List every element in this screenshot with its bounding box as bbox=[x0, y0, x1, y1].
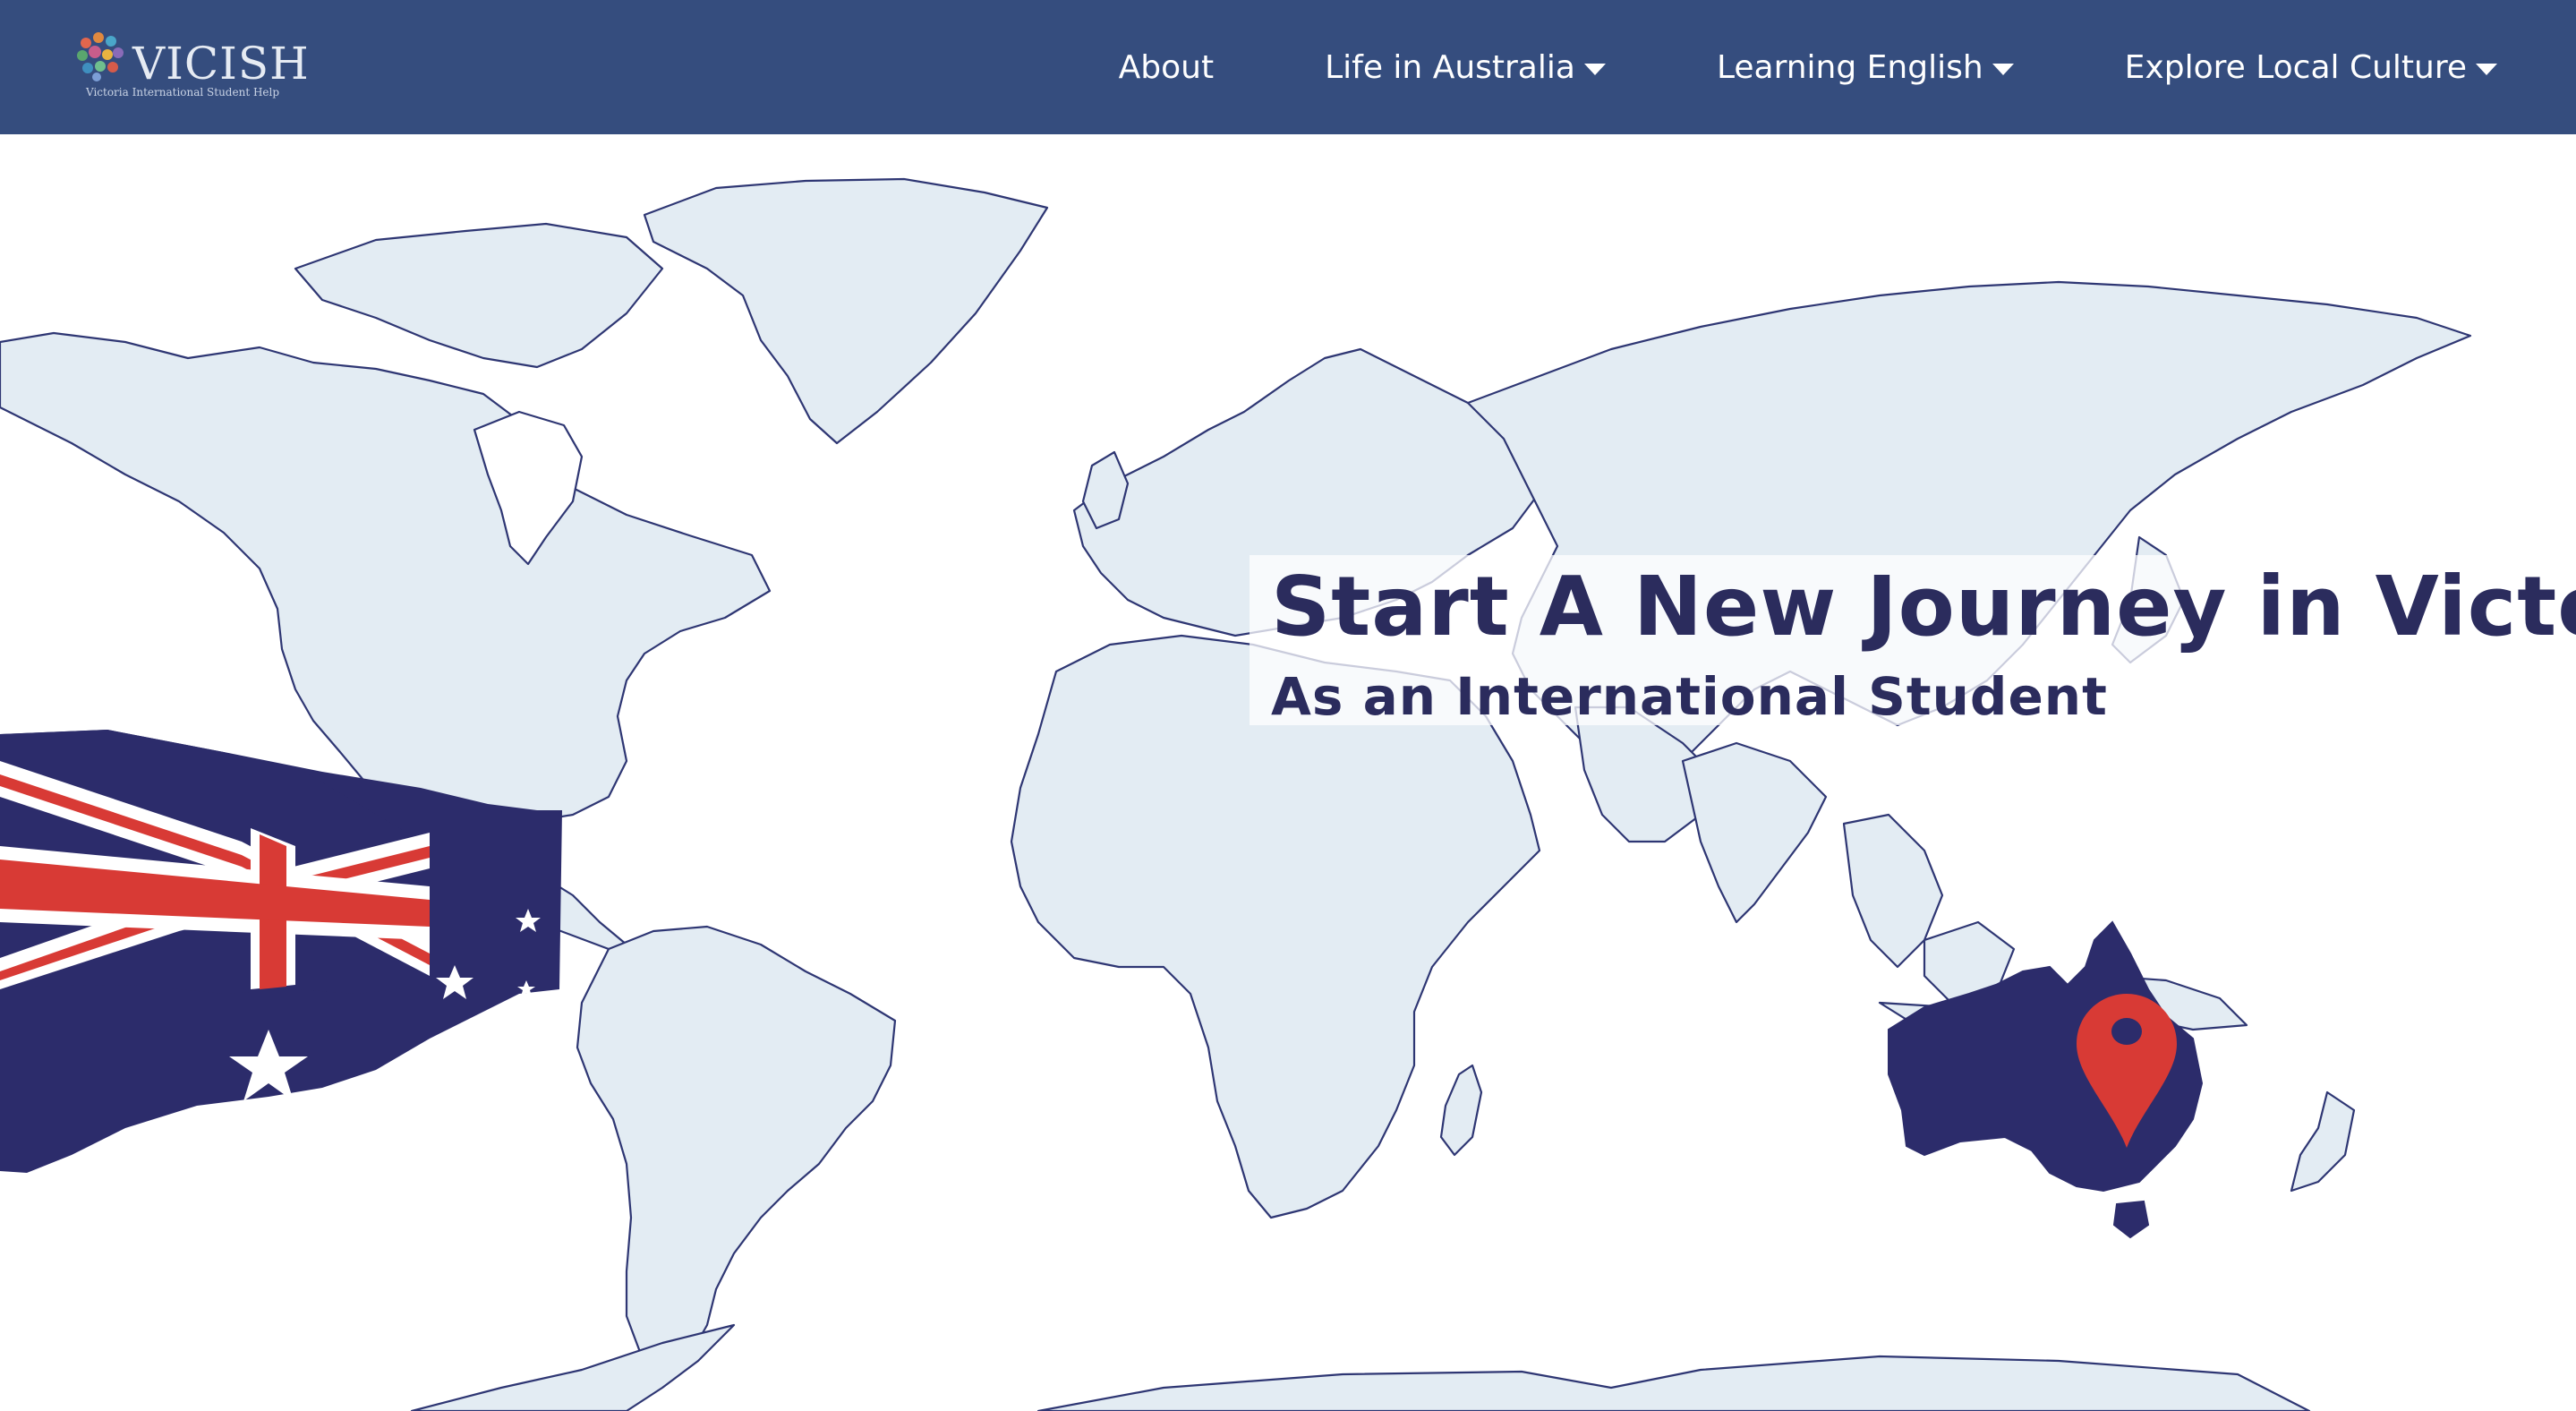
caret-down-icon bbox=[2476, 63, 2497, 75]
india bbox=[1681, 741, 1828, 924]
new-zealand bbox=[2290, 1090, 2356, 1193]
arctic-islands bbox=[294, 222, 664, 369]
nav-explore-local-culture-label: Explore Local Culture bbox=[2124, 48, 2467, 86]
nav-learning-english-label: Learning English bbox=[1716, 48, 1983, 86]
madagascar bbox=[1439, 1064, 1483, 1157]
hero-section: Start A New Journey in Victoria As an In… bbox=[0, 134, 2576, 1411]
nav-explore-local-culture[interactable]: Explore Local Culture bbox=[2125, 49, 2497, 86]
main-nav: About Life in Australia Learning English… bbox=[1119, 0, 2497, 134]
greenland bbox=[643, 177, 1049, 445]
logo-dots-icon bbox=[77, 32, 124, 81]
antarctic-peninsula bbox=[410, 1323, 736, 1411]
caret-down-icon bbox=[1583, 63, 1606, 75]
logo-wordmark: VICISH bbox=[132, 38, 310, 90]
vicish-logo[interactable]: VICISH Victoria International Student He… bbox=[75, 30, 309, 102]
tasmania bbox=[2112, 1200, 2150, 1239]
south-america bbox=[576, 925, 897, 1372]
nav-about[interactable]: About bbox=[1119, 49, 1214, 86]
antarctica bbox=[1036, 1355, 2311, 1411]
nav-learning-english[interactable]: Learning English bbox=[1717, 49, 2014, 86]
logo-tagline: Victoria International Student Help bbox=[86, 86, 280, 98]
nav-life-in-australia[interactable]: Life in Australia bbox=[1325, 49, 1606, 86]
hero-title: Start A New Journey in Victoria bbox=[1271, 559, 2576, 654]
nav-about-label: About bbox=[1118, 48, 1215, 86]
hero-subtitle: As an International Student bbox=[1271, 666, 2108, 727]
top-navigation-bar: VICISH Victoria International Student He… bbox=[0, 0, 2576, 134]
caret-down-icon bbox=[1992, 63, 2014, 75]
nav-life-in-australia-label: Life in Australia bbox=[1325, 48, 1575, 86]
world-map bbox=[0, 177, 2472, 1411]
